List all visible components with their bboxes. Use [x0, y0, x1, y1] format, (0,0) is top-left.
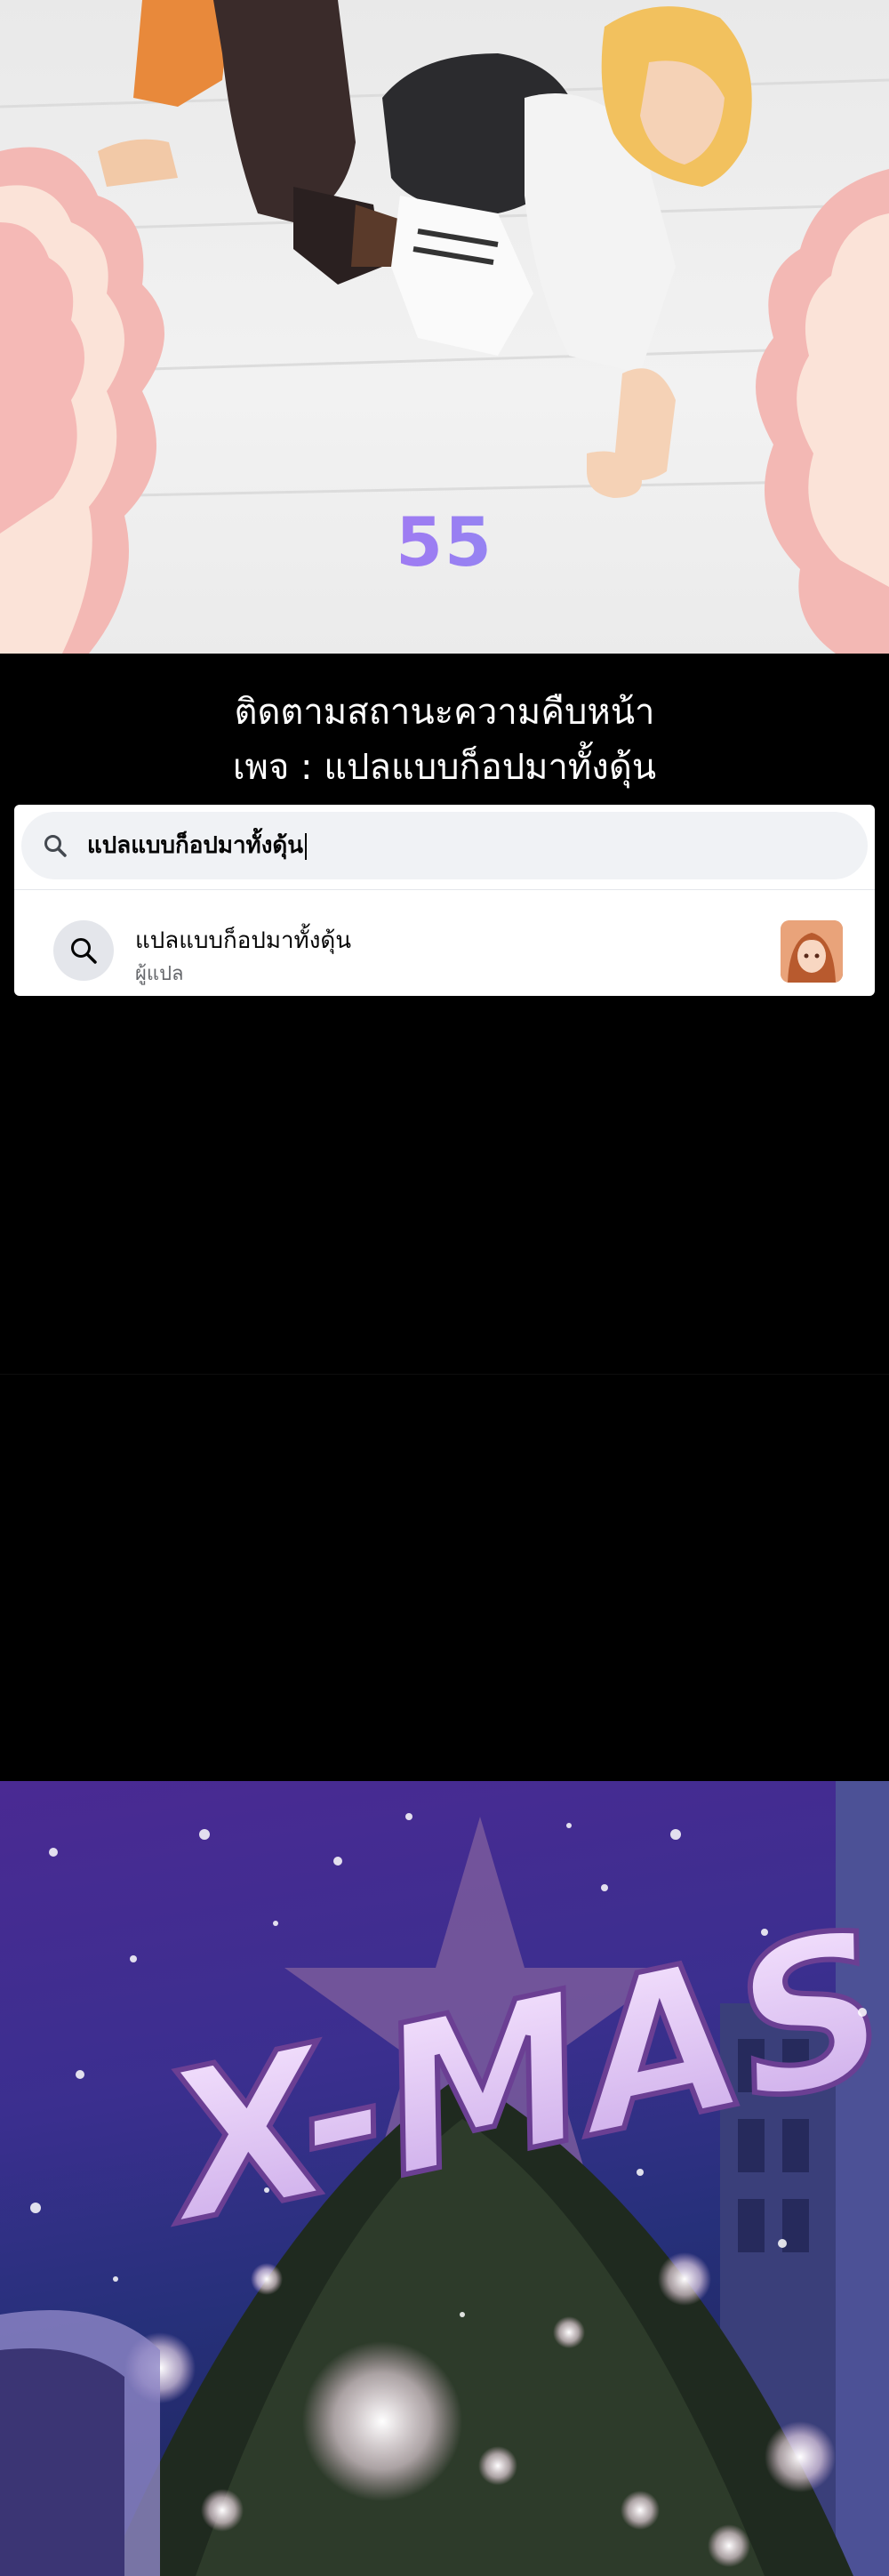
page-avatar: [781, 920, 843, 983]
notice-line-1: ติดตามสถานะความคืบหน้า: [234, 692, 655, 733]
panel-seam: [0, 1374, 889, 1375]
divider: [14, 889, 875, 890]
blank-spacer: [0, 1003, 889, 1781]
notice-line-2: เพจ : แปลแบบก็อปมาทั้งดุ้น: [232, 747, 657, 788]
xmas-illustration: X-MAS: [0, 1781, 889, 2576]
comic-panel-top: 55: [0, 0, 889, 654]
search-widget: แปลแบบก็อปมาทั้งดุ้น แปลแบบก็อปมาทั้งดุ้…: [14, 805, 875, 996]
search-result-item[interactable]: แปลแบบก็อปมาทั้งดุ้น ผู้แปล: [21, 894, 868, 991]
text-caret: [305, 832, 308, 860]
search-query: แปลแบบก็อปมาทั้งดุ้น: [87, 812, 308, 879]
result-search-icon: [53, 920, 114, 981]
search-icon: [43, 833, 68, 862]
search-query-text: แปลแบบก็อปมาทั้งดุ้น: [87, 832, 304, 859]
follow-notice: ติดตามสถานะความคืบหน้า เพจ : แปลแบบก็อปม…: [0, 685, 889, 795]
search-input[interactable]: แปลแบบก็อปมาทั้งดุ้น: [21, 812, 868, 879]
page-number: 55: [0, 502, 889, 582]
result-subtitle: ผู้แปล: [135, 963, 184, 985]
search-icon: [71, 938, 97, 964]
comic-panel-xmas: X-MAS: [0, 1781, 889, 2576]
result-title: แปลแบบก็อปมาทั้งดุ้น: [135, 927, 352, 954]
